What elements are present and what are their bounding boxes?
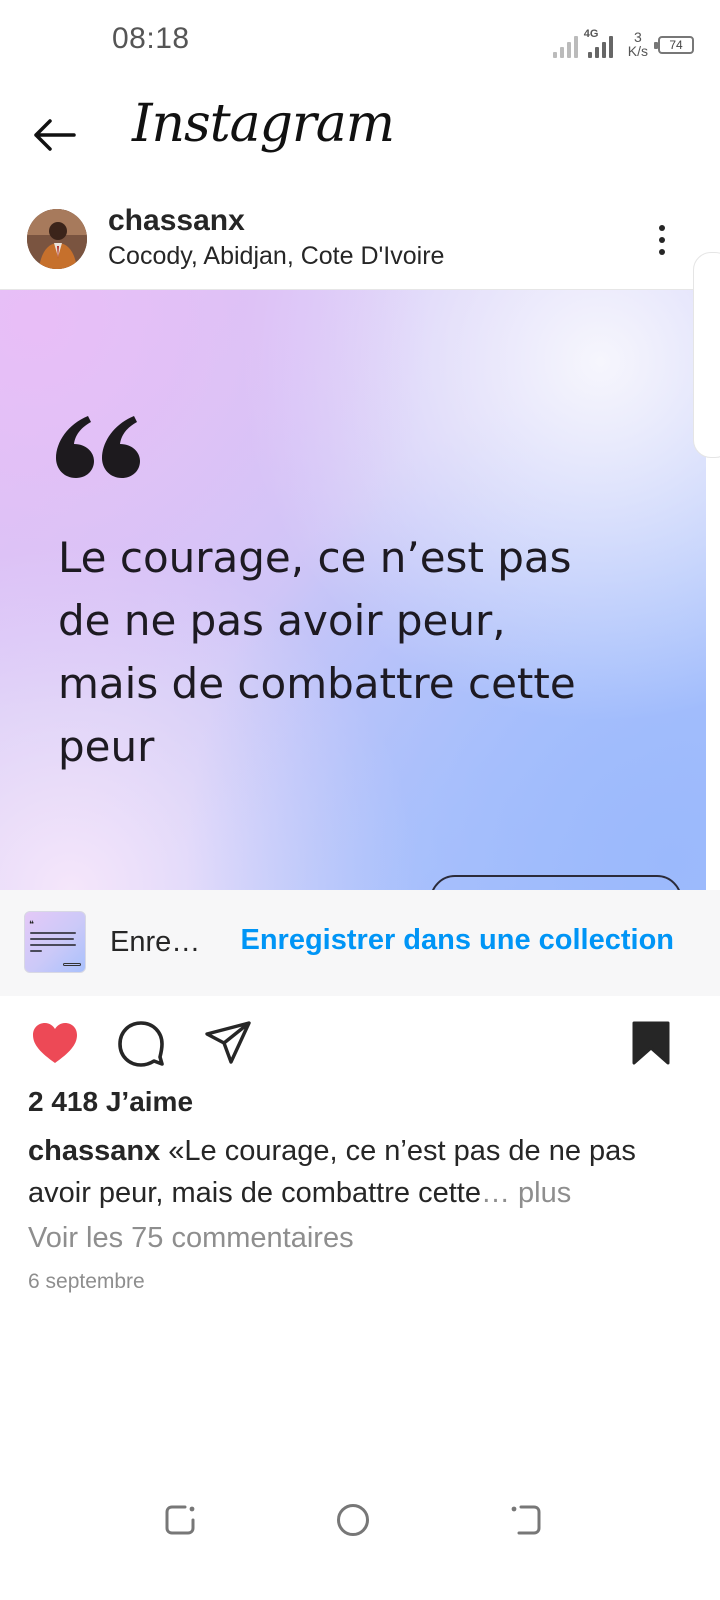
send-icon [205,1021,251,1064]
side-panel-handle[interactable] [693,252,720,458]
speed-value: 3 [633,29,642,45]
post-actions [0,1000,720,1084]
thumbnail-quote-icon: ❝ [29,919,34,929]
thumbnail-author-pill [63,963,81,966]
status-time: 08:18 [112,22,190,55]
caption-username[interactable]: chassanx [28,1135,160,1167]
more-dot [659,237,665,243]
more-vertical-icon [659,225,665,231]
quote-icon [56,416,140,478]
bookmark-icon [632,1021,670,1065]
thumbnail-line [30,938,74,940]
heart-icon [33,1023,77,1063]
saved-label[interactable]: Enre… [110,926,200,959]
network-speed: 3 K/s [628,30,648,58]
battery-level: 74 [669,38,683,52]
more-dot [659,249,665,255]
saved-post-thumbnail: ❝ [24,911,86,973]
thumbnail-line [30,944,76,946]
home-icon [337,1504,369,1536]
like-button[interactable] [30,1018,80,1068]
save-collection-bar: ❝ Enre… Enregistrer dans une collection [0,890,720,996]
avatar-image [27,209,87,269]
more-options-button[interactable] [644,218,680,262]
thumbnail-line [30,932,76,934]
recents-button[interactable] [158,1498,202,1542]
comment-icon [118,1021,164,1067]
save-to-collection-link[interactable]: Enregistrer dans une collection [241,924,675,957]
signal-icon [552,32,578,58]
app-header: Instagram [0,80,720,190]
status-indicators: 4G 3 K/s 74 [552,22,694,58]
home-button[interactable] [331,1498,375,1542]
share-button[interactable] [203,1018,253,1068]
recents-icon [165,1505,195,1535]
save-button[interactable] [626,1018,676,1068]
author-pill [430,875,682,890]
post-location[interactable]: Cocody, Abidjan, Cote D'Ivoire [108,242,444,271]
caption-more-link[interactable]: … plus [481,1177,571,1209]
post-image[interactable]: Le courage, ce n’est pas de ne pas avoir… [0,290,706,890]
speed-unit: K/s [627,43,648,59]
post-username[interactable]: chassanx [108,204,245,238]
view-comments-link[interactable]: Voir les 75 commentaires [28,1222,354,1255]
post-caption: chassanx «Le courage, ce n’est pas de ne… [28,1130,688,1214]
comment-button[interactable] [116,1018,166,1068]
quote-text: Le courage, ce n’est pas de ne pas avoir… [58,533,576,771]
battery-icon: 74 [654,36,694,54]
app-logo: Instagram [132,94,395,154]
signal-strong-icon [587,32,613,58]
arrow-left-icon [34,119,76,151]
network-indicator: 4G [584,28,618,58]
back-button[interactable] [26,110,82,160]
system-nav-bar [0,1480,720,1560]
back-nav-button[interactable] [504,1498,548,1542]
thumbnail-line [30,950,42,952]
avatar[interactable] [27,209,87,269]
status-bar: 08:18 4G 3 K/s 74 [0,0,720,80]
post-date: 6 septembre [28,1270,145,1293]
likes-count[interactable]: 2 418 J’aime [28,1086,193,1118]
post-header: chassanx Cocody, Abidjan, Cote D'Ivoire [0,196,720,290]
back-nav-icon [511,1505,541,1535]
